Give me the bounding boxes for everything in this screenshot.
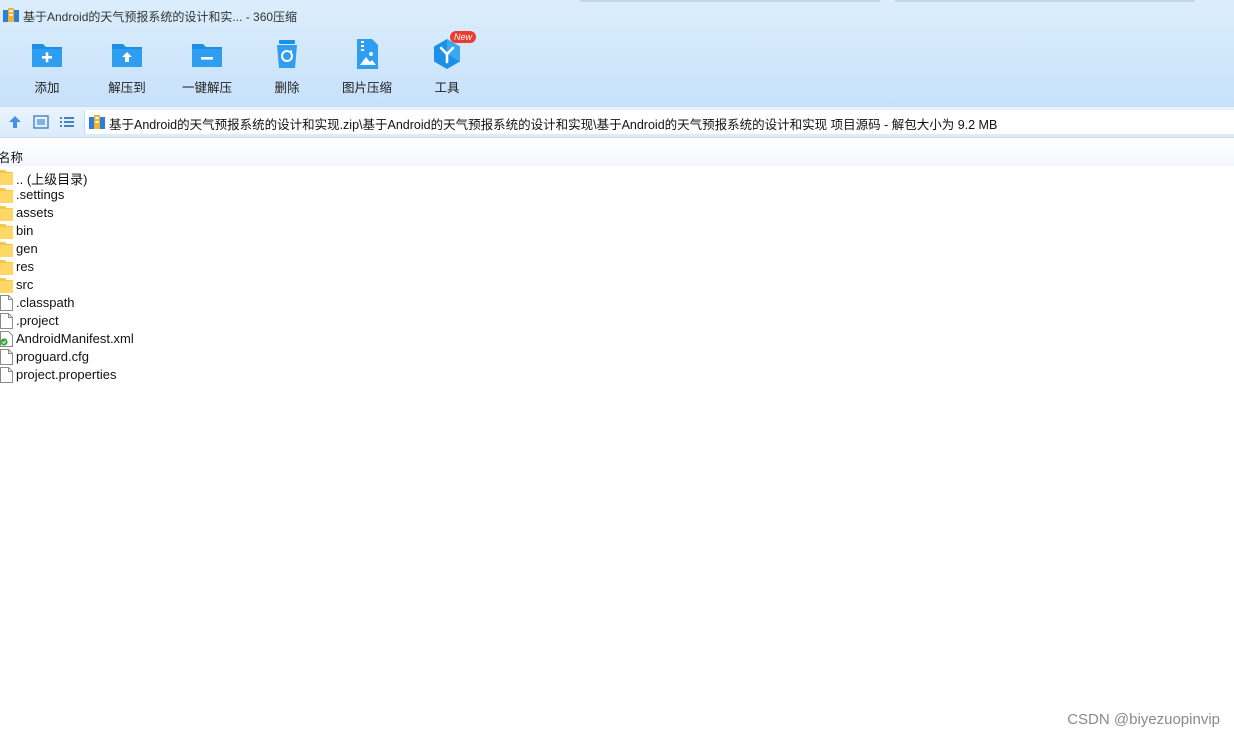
folder-row[interactable]: gen — [0, 240, 600, 258]
folder-row[interactable]: res — [0, 258, 600, 276]
thumbnail-view-icon[interactable] — [33, 114, 49, 130]
file-row[interactable]: .project — [0, 312, 600, 330]
folder-icon — [0, 188, 13, 203]
watermark: CSDN @biyezuopinvip — [1067, 711, 1220, 728]
new-badge: New — [450, 31, 477, 43]
file-name: bin — [16, 223, 34, 238]
delete-icon — [277, 40, 297, 68]
file-name: gen — [16, 241, 38, 256]
column-header: 名称 — [0, 142, 1234, 166]
path-field[interactable]: 基于Android的天气预报系统的设计和实现.zip\基于Android的天气预… — [84, 110, 1234, 134]
file-row[interactable]: project.properties — [0, 366, 600, 384]
list-view-icon[interactable] — [59, 114, 75, 130]
folder-icon — [0, 260, 13, 275]
file-icon — [0, 295, 13, 311]
file-name: res — [16, 259, 35, 274]
folder-icon — [0, 242, 13, 257]
column-name-header[interactable]: 名称 — [0, 147, 23, 166]
top-bar: 基于Android的天气预报系统的设计和实... - 360压缩 添加 解压到 — [0, 0, 1234, 106]
address-bar: 基于Android的天气预报系统的设计和实现.zip\基于Android的天气预… — [0, 106, 1234, 138]
folder-row[interactable]: src — [0, 276, 600, 294]
file-icon — [0, 349, 13, 365]
folder-icon — [0, 278, 13, 293]
folder-row[interactable]: bin — [0, 222, 600, 240]
file-name: .settings — [16, 187, 65, 202]
path-text: 基于Android的天气预报系统的设计和实现.zip\基于Android的天气预… — [109, 118, 998, 132]
file-name: proguard.cfg — [16, 349, 89, 364]
up-level-icon[interactable] — [7, 114, 23, 130]
image-compress-icon — [357, 39, 378, 69]
folder-row[interactable]: assets — [0, 204, 600, 222]
file-name: project.properties — [16, 367, 117, 382]
toolbar: 添加 解压到 一键解压 删除 图片压缩 New 工具 — [0, 31, 600, 102]
file-icon — [0, 313, 13, 329]
add-icon — [32, 44, 62, 67]
extract-to-label: 解压到 — [108, 81, 146, 95]
image-compress-label: 图片压缩 — [341, 81, 392, 95]
file-row[interactable]: .classpath — [0, 294, 600, 312]
tab-hint — [895, 0, 1195, 2]
xml-file-icon — [0, 331, 13, 347]
extract-to-button[interactable]: 解压到 — [87, 32, 167, 98]
archive-icon — [89, 115, 105, 129]
delete-button[interactable]: 删除 — [247, 32, 327, 98]
add-label: 添加 — [34, 81, 60, 95]
file-icon — [0, 367, 13, 383]
folder-icon — [0, 170, 13, 185]
tools-label: 工具 — [434, 81, 460, 95]
folder-row[interactable]: .. (上级目录) — [0, 168, 600, 187]
folder-icon — [0, 224, 13, 239]
file-name: AndroidManifest.xml — [16, 331, 134, 346]
extract-to-icon — [112, 44, 142, 67]
one-click-extract-button[interactable]: 一键解压 — [167, 32, 247, 98]
file-name: .project — [16, 313, 59, 328]
app-logo-icon — [3, 8, 19, 22]
title-bar: 基于Android的天气预报系统的设计和实... - 360压缩 — [0, 0, 1234, 30]
image-compress-button[interactable]: 图片压缩 — [327, 32, 407, 98]
folder-icon — [0, 206, 13, 221]
one-click-extract-icon — [192, 44, 222, 67]
tab-hint — [580, 0, 880, 2]
file-name: assets — [16, 205, 54, 220]
folder-row[interactable]: .settings — [0, 186, 600, 204]
add-button[interactable]: 添加 — [7, 32, 87, 98]
file-name: src — [16, 277, 34, 292]
file-name: .classpath — [16, 295, 75, 310]
one-click-extract-label: 一键解压 — [181, 81, 232, 95]
file-row[interactable]: AndroidManifest.xml — [0, 330, 600, 348]
delete-label: 删除 — [274, 81, 300, 95]
file-row[interactable]: proguard.cfg — [0, 348, 600, 366]
window-title: 基于Android的天气预报系统的设计和实... - 360压缩 — [23, 10, 298, 24]
tools-button[interactable]: New 工具 — [407, 31, 487, 98]
